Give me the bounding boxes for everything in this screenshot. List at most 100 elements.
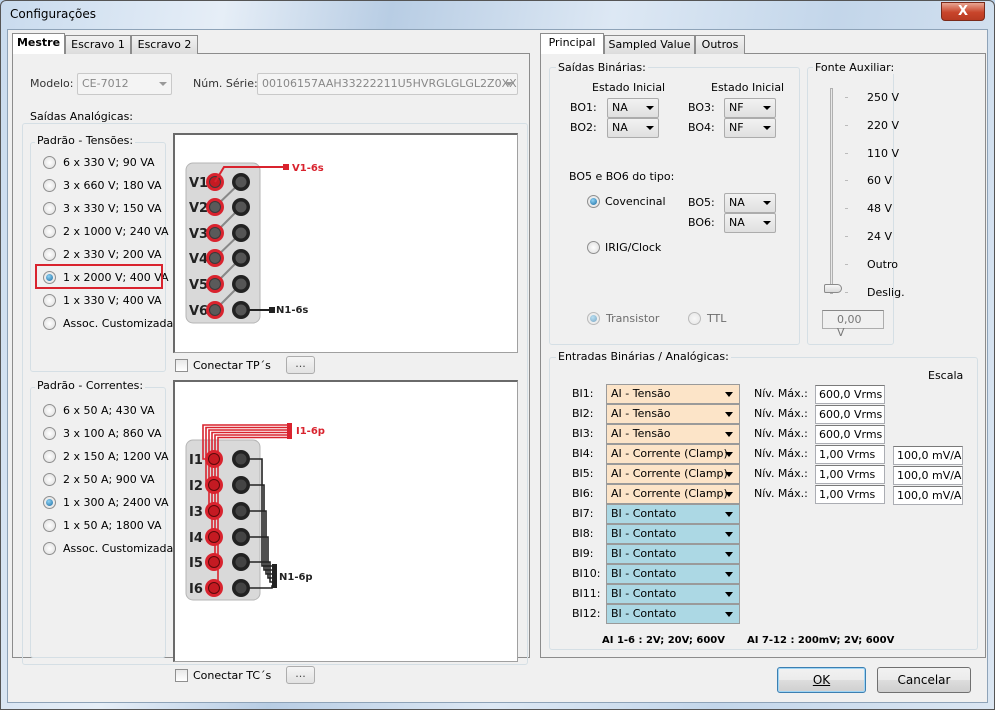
bi-label: BI10: [572,567,601,580]
fonte-level-label: Outro [867,257,898,271]
modelo-value: CE-7012 [82,77,129,90]
bi-label: BI6: [572,487,594,500]
terminal-socket [208,479,220,491]
bo-value: NF [729,101,744,114]
bo2-select[interactable]: NA [607,118,659,138]
correntes-option-radio[interactable] [43,542,56,555]
terminal-label: I6 [189,582,203,597]
bi-type-select[interactable]: AI - Tensão [606,384,740,404]
irig-radio[interactable] [587,241,600,254]
bi-type-select[interactable]: BI - Contato [606,584,740,604]
correntes-option-radio[interactable] [43,450,56,463]
bo6-select[interactable]: NA [724,213,776,233]
slider-tick [845,124,848,126]
cancel-label: Cancelar [897,673,951,687]
nivel-max-label: Nív. Máx.: [754,407,808,420]
serie-select[interactable]: 00106157AAH33222211U5HVRGLGLGL2Z0XXX [257,73,518,95]
bi-type-select[interactable]: AI - Tensão [606,404,740,424]
bo3-select[interactable]: NF [724,98,776,118]
nivel-max-input[interactable]: 1,00 Vrms [815,445,885,464]
chevron-down-icon [725,392,733,397]
bo1-select[interactable]: NA [607,98,659,118]
bi-type-select[interactable]: AI - Corrente (Clamp) [606,444,740,464]
correntes-option-label: Assoc. Customizada [63,542,174,555]
bo-value: NA [612,121,628,134]
tensoes-option-label: 3 x 330 V; 150 VA [63,202,162,215]
tp-settings-button[interactable]: ... [286,356,315,374]
bi-label: BI1: [572,387,594,400]
escala-input[interactable]: 100,0 mV/A [893,466,963,485]
conectar-tp-checkbox[interactable] [175,359,188,372]
chevron-down-icon [725,472,733,477]
nivel-max-input[interactable]: 1,00 Vrms [815,485,885,504]
nivel-max-label: Nív. Máx.: [754,427,808,440]
tensoes-option-radio[interactable] [43,248,56,261]
tensoes-option-radio[interactable] [43,202,56,215]
tab-principal[interactable]: Principal [540,33,604,54]
escala-input[interactable]: 100,0 mV/A [893,446,963,465]
nivel-max-label: Nív. Máx.: [754,447,808,460]
convencional-radio[interactable] [587,195,600,208]
ai-1-6-note: AI 1-6 : 2V; 20V; 600V [602,635,725,646]
slider-tick [845,263,848,265]
bi-type-select[interactable]: BI - Contato [606,544,740,564]
terminal-socket [235,582,247,594]
conectar-tc-checkbox[interactable] [175,669,188,682]
bi-type-select[interactable]: BI - Contato [606,564,740,584]
correntes-option-radio[interactable] [43,519,56,532]
bi-type-select[interactable]: BI - Contato [606,604,740,624]
fonte-slider-thumb[interactable] [824,284,842,293]
tensoes-option-label: 3 x 660 V; 180 VA [63,179,162,192]
terminal-socket [208,582,220,594]
bi-label: BI2: [572,407,594,420]
transistor-radio[interactable] [587,312,600,325]
terminal-label: V6 [189,304,208,319]
tc-settings-button[interactable]: ... [286,666,315,684]
correntes-option-radio[interactable] [43,473,56,486]
tensoes-option-radio[interactable] [43,317,56,330]
bi-type-select[interactable]: AI - Corrente (Clamp) [606,484,740,504]
modelo-select[interactable]: CE-7012 [77,73,172,95]
tensoes-option-radio[interactable] [43,156,56,169]
bi-type-select[interactable]: BI - Contato [606,504,740,524]
correntes-option-radio[interactable] [43,496,56,509]
conectar-tp-label: Conectar TP´s [193,359,271,372]
tab-mestre[interactable]: Mestre [12,33,65,54]
terminal-socket [209,304,221,316]
saidas-analogicas-label: Saídas Analógicas: [28,110,136,123]
convencional-label: Covencinal [605,195,666,208]
close-button[interactable]: X [941,2,985,21]
tab-sampled-value[interactable]: Sampled Value [604,35,695,54]
nivel-max-input[interactable]: 600,0 Vrms [815,385,885,404]
ttl-radio[interactable] [688,312,701,325]
tab-outros[interactable]: Outros [695,35,745,54]
tensoes-option-radio[interactable] [43,294,56,307]
bo5-select[interactable]: NA [724,193,776,213]
nivel-max-input[interactable]: 600,0 Vrms [815,425,885,444]
tab-escravo-2[interactable]: Escravo 2 [131,35,198,54]
bi-type-select[interactable]: BI - Contato [606,524,740,544]
bi-type-select[interactable]: AI - Tensão [606,424,740,444]
bi-type-value: BI - Contato [611,507,677,520]
tensoes-option-radio[interactable] [43,179,56,192]
bi-type-select[interactable]: AI - Corrente (Clamp) [606,464,740,484]
tensoes-option-radio[interactable] [43,225,56,238]
terminal-socket [208,531,220,543]
tab-escravo-1[interactable]: Escravo 1 [65,35,131,54]
bo4-select[interactable]: NF [724,118,776,138]
chevron-down-icon [725,452,733,457]
nivel-max-input[interactable]: 600,0 Vrms [815,405,885,424]
fonte-slider-track[interactable] [830,88,833,294]
correntes-option-radio[interactable] [43,404,56,417]
cancel-button[interactable]: Cancelar [877,667,971,693]
entradas-label: Entradas Binárias / Analógicas: [556,350,731,363]
v-out-label: V1-6s [292,163,324,174]
escala-input[interactable]: 100,0 mV/A [893,486,963,505]
ok-button[interactable]: OK [777,667,866,693]
terminal-socket [235,304,247,316]
correntes-option-radio[interactable] [43,427,56,440]
bo4-label: BO4: [688,121,715,134]
chevron-down-icon [725,532,733,537]
nivel-max-input[interactable]: 1,00 Vrms [815,465,885,484]
terminal-label: V4 [189,252,208,267]
